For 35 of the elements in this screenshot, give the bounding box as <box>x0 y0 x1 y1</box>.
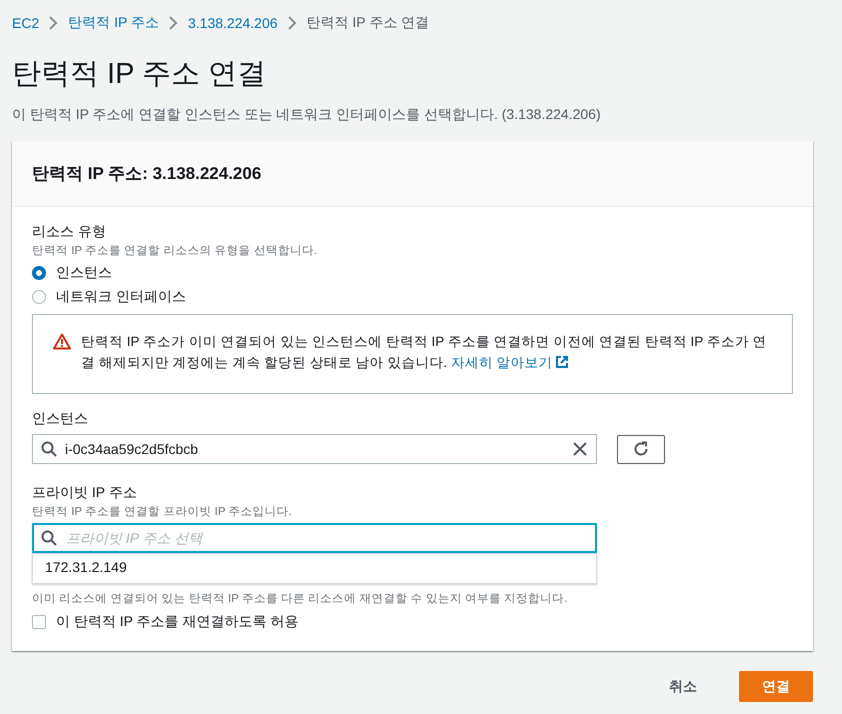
private-ip-select-field[interactable]: 프라이빗 IP 주소 선택 <box>32 523 597 553</box>
page-title: 탄력적 IP 주소 연결 <box>12 57 268 92</box>
chevron-right-icon <box>169 16 178 30</box>
field-hint: 탄력적 IP 주소를 연결할 리소스의 유형을 선택합니다. <box>32 244 318 258</box>
field-hint: 탄력적 IP 주소를 연결할 프라이빗 IP 주소입니다. <box>32 505 293 519</box>
field-hint: 이미 리소스에 연결되어 있는 탄력적 IP 주소를 다른 리소스에 재연결할 수 있는지 여부를 지정합니다. <box>32 592 568 606</box>
checkbox-label[interactable]: 이 탄력적 IP 주소를 재연결하도록 허용 <box>56 613 298 631</box>
warning-icon <box>53 333 71 350</box>
instance-search-field[interactable]: i-0c34aa59c2d5fcbcb <box>32 434 597 464</box>
chevron-right-icon <box>288 16 297 30</box>
chevron-right-icon <box>49 16 58 30</box>
refresh-button[interactable] <box>617 434 665 464</box>
search-icon <box>41 441 57 457</box>
breadcrumb-link[interactable]: EC2 <box>12 15 40 31</box>
breadcrumb-current: 탄력적 IP 주소 연결 <box>306 14 430 32</box>
clear-icon[interactable] <box>573 442 587 456</box>
page-description: 이 탄력적 IP 주소에 연결할 인스턴스 또는 네트워크 인터페이스를 선택합니다. (3.138.224.206) <box>12 106 602 124</box>
checkbox[interactable] <box>32 615 46 629</box>
radio-label[interactable]: 인스턴스 <box>56 264 112 282</box>
radio-button[interactable] <box>32 266 46 280</box>
cancel-button[interactable]: 취소 <box>647 671 719 702</box>
field-label: 인스턴스 <box>32 410 89 428</box>
search-icon <box>41 530 57 546</box>
dropdown-option[interactable]: 172.31.2.149 <box>33 554 596 583</box>
breadcrumb-link[interactable]: 3.138.224.206 <box>188 15 278 31</box>
field-label: 프라이빗 IP 주소 <box>32 484 138 502</box>
external-link-icon <box>554 355 569 369</box>
refresh-icon <box>633 441 649 457</box>
learn-more-link[interactable]: 자세히 알아보기 <box>450 355 569 370</box>
radio-button[interactable] <box>32 290 46 304</box>
radio-label[interactable]: 네트워크 인터페이스 <box>56 288 186 306</box>
warning-text: 탄력적 IP 주소가 이미 연결되어 있는 인스턴스에 탄력적 IP 주소를 연결하면 이전에 연결된 탄력적 IP 주소가 연결 해제되지만 계정에는 계속 할당된 상태로 남아 있습니다. 자세히 알아보기 <box>81 333 768 372</box>
breadcrumb-link[interactable]: 탄력적 IP 주소 <box>68 14 159 32</box>
panel-heading: 탄력적 IP 주소: 3.138.224.206 <box>32 163 262 185</box>
field-label: 리소스 유형 <box>32 223 107 241</box>
